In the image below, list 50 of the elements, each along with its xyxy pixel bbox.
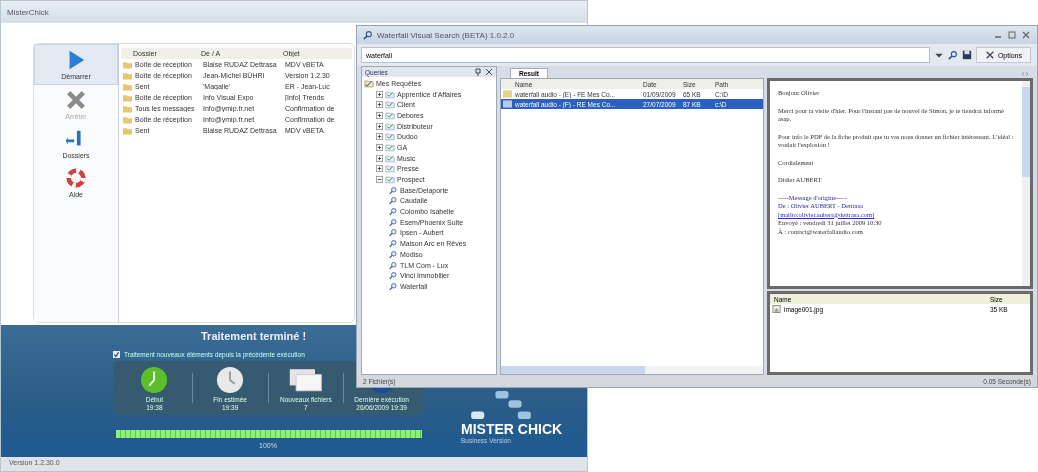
expand-icon[interactable]: [376, 133, 383, 141]
expand-icon[interactable]: [376, 143, 383, 151]
search-icon: [388, 260, 398, 270]
collapse-icon[interactable]: [376, 176, 383, 184]
lifebuoy-icon: [65, 167, 87, 189]
search-icon: [388, 196, 398, 206]
window-title: MisterChick: [7, 7, 49, 17]
close-icon[interactable]: [1021, 30, 1031, 40]
folder-icon: [385, 153, 395, 163]
close-icon[interactable]: [485, 68, 493, 76]
image-file-icon: [772, 305, 781, 313]
expand-icon[interactable]: [376, 111, 383, 119]
save-icon[interactable]: [961, 50, 972, 60]
folder-icon: [385, 175, 395, 185]
folder-icon: [385, 121, 395, 131]
folder-icon: [385, 110, 395, 120]
logo-text: MISTER CHICK: [461, 421, 563, 437]
search-icon: [388, 239, 398, 249]
logo-icon: [471, 391, 531, 419]
vertical-scrollbar[interactable]: [1022, 81, 1030, 286]
clock-icon: [216, 366, 245, 394]
close-icon: [65, 89, 87, 111]
documents-icon: [287, 366, 324, 394]
folder-icon: [385, 142, 395, 152]
status-heading: Traitement terminé !: [201, 330, 307, 342]
folder-icon: [385, 89, 395, 99]
pin-icon[interactable]: [474, 68, 482, 76]
expand-icon[interactable]: [376, 165, 383, 173]
expand-icon[interactable]: [376, 154, 383, 162]
search-icon: [388, 271, 398, 281]
search-icon: [388, 281, 398, 291]
search-icon: [388, 228, 398, 238]
folder-icon: [385, 164, 395, 174]
folder-icon: [385, 100, 395, 110]
tools-icon: [984, 50, 995, 60]
expand-icon[interactable]: [376, 90, 383, 98]
folder-icon: [385, 132, 395, 142]
expand-icon[interactable]: [376, 122, 383, 130]
search-icon: [388, 217, 398, 227]
clock-icon: [140, 366, 169, 394]
search-icon: [388, 249, 398, 259]
maximize-icon[interactable]: [1007, 30, 1017, 40]
search-icon: [363, 30, 373, 40]
search-icon: [388, 207, 398, 217]
search-icon[interactable]: [947, 50, 958, 60]
window-title: Waterfall Visual Search (BETA) 1.0.2.0: [377, 30, 515, 40]
search-icon: [388, 185, 398, 195]
horizontal-scrollbar[interactable]: [501, 366, 763, 374]
checkbox[interactable]: [113, 351, 120, 358]
expand-icon[interactable]: [376, 101, 383, 109]
